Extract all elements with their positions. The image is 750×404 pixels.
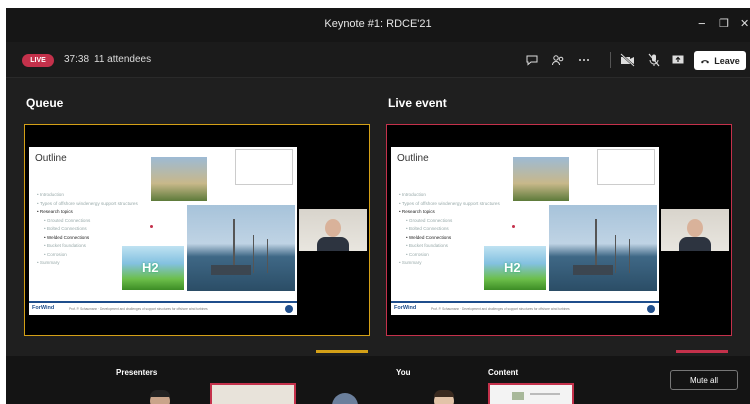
live-badge: LIVE <box>22 54 54 67</box>
attendee-count[interactable]: 11 attendees <box>94 54 151 65</box>
phone-hangup-icon <box>701 59 710 63</box>
leave-label: Leave <box>714 55 740 66</box>
slide-bullet: Welded Connections <box>37 234 138 243</box>
footer-badge-icon <box>647 305 655 313</box>
slide-footer: ForWind Prof. P. Schaumann · Development… <box>29 301 297 315</box>
turbine-tower <box>615 235 616 273</box>
share-screen-icon[interactable] <box>670 52 686 68</box>
presenter-head <box>687 219 703 237</box>
slide-bullet: Introduction <box>399 191 500 200</box>
chat-icon[interactable] <box>524 52 540 68</box>
hydrogen-image: H2 <box>122 246 184 290</box>
content-label: Content <box>488 368 519 377</box>
slide-footer-text: Prof. P. Schaumann · Development and cha… <box>431 307 570 311</box>
presenter-tile-selected[interactable] <box>210 383 296 404</box>
slide-bullet: Research topics <box>37 208 138 217</box>
presenter-camera <box>299 209 367 251</box>
h2-label: H2 <box>142 260 159 275</box>
hydrogen-image: H2 <box>484 246 546 290</box>
toolbar-divider <box>610 52 611 68</box>
meeting-toolbar: LIVE 37:38 11 attendees Leave <box>6 42 750 78</box>
camera-off-icon[interactable] <box>620 52 636 68</box>
slide-bullet: Types of offshore windenergy support str… <box>399 200 500 209</box>
live-indicator-bar <box>676 350 728 353</box>
presenter-tile[interactable] <box>142 383 178 404</box>
slide-title: Outline <box>397 153 429 164</box>
content-tile[interactable] <box>488 383 574 404</box>
leave-button[interactable]: Leave <box>694 51 746 70</box>
avatar-hair <box>434 390 454 397</box>
slide-bullet: Bolted Connections <box>37 225 138 234</box>
queue-indicator-bar <box>316 350 368 353</box>
minimize-icon[interactable]: − <box>698 17 706 31</box>
tree-image <box>513 157 569 201</box>
slide-bullet: Grouted Connections <box>37 217 138 226</box>
close-icon[interactable]: ✕ <box>740 17 749 31</box>
bottom-panel: Presenters You Content Mute all <box>6 356 750 404</box>
more-options-icon[interactable] <box>576 52 592 68</box>
slide-logo-placeholder <box>235 149 293 185</box>
presenter-body <box>679 237 711 251</box>
tree-image <box>151 157 207 201</box>
presenter-tile[interactable] <box>330 383 360 404</box>
h2-label: H2 <box>504 260 521 275</box>
vessel-shape <box>211 265 251 275</box>
window-title: Keynote #1: RDCE'21 <box>324 18 432 30</box>
slide-bullet: Grouted Connections <box>399 217 500 226</box>
turbine-tower <box>629 239 630 273</box>
screen-margin-top <box>0 0 750 8</box>
presenter-camera <box>661 209 729 251</box>
wind-turbine-image <box>187 205 295 291</box>
live-event-title: Live event <box>388 96 447 110</box>
meeting-timer: 37:38 <box>64 54 90 65</box>
slide-bullet: Welded Connections <box>399 234 500 243</box>
live-slide: Outline Introduction Types of offshore w… <box>391 147 659 315</box>
vessel-shape <box>573 265 613 275</box>
you-tile[interactable] <box>426 383 462 404</box>
avatar <box>332 393 358 404</box>
slide-footer-text: Prof. P. Schaumann · Development and cha… <box>69 307 208 311</box>
queue-slide: Outline Introduction Types of offshore w… <box>29 147 297 315</box>
forwind-logo: ForWind <box>394 305 417 311</box>
live-event-stage[interactable]: Outline Introduction Types of offshore w… <box>386 124 732 336</box>
you-label: You <box>396 368 411 377</box>
mute-all-button[interactable]: Mute all <box>670 370 738 390</box>
wind-turbine-image <box>549 205 657 291</box>
forwind-logo: ForWind <box>32 305 55 311</box>
content-thumbnail-line <box>530 393 560 395</box>
footer-badge-icon <box>285 305 293 313</box>
laser-pointer <box>512 225 515 228</box>
presenter-head <box>325 219 341 237</box>
title-bar: Keynote #1: RDCE'21 − ❐ ✕ <box>6 8 750 42</box>
avatar-hair <box>150 390 170 397</box>
presenter-body <box>317 237 349 251</box>
queue-stage[interactable]: Outline Introduction Types of offshore w… <box>24 124 370 336</box>
restore-icon[interactable]: ❐ <box>719 17 729 31</box>
slide-bullet: Types of offshore windenergy support str… <box>37 200 138 209</box>
presenters-label: Presenters <box>116 368 158 377</box>
people-icon[interactable] <box>550 52 566 68</box>
turbine-tower <box>253 235 254 273</box>
laser-pointer <box>150 225 153 228</box>
slide-bullet: Research topics <box>399 208 500 217</box>
mic-off-icon[interactable] <box>646 52 662 68</box>
slide-title: Outline <box>35 153 67 164</box>
queue-title: Queue <box>26 96 64 110</box>
content-thumbnail-image <box>512 392 524 400</box>
slide-bullet: Introduction <box>37 191 138 200</box>
turbine-tower <box>267 239 268 273</box>
slide-logo-placeholder <box>597 149 655 185</box>
slide-footer: ForWind Prof. P. Schaumann · Development… <box>391 301 659 315</box>
slide-bullet: Bolted Connections <box>399 225 500 234</box>
